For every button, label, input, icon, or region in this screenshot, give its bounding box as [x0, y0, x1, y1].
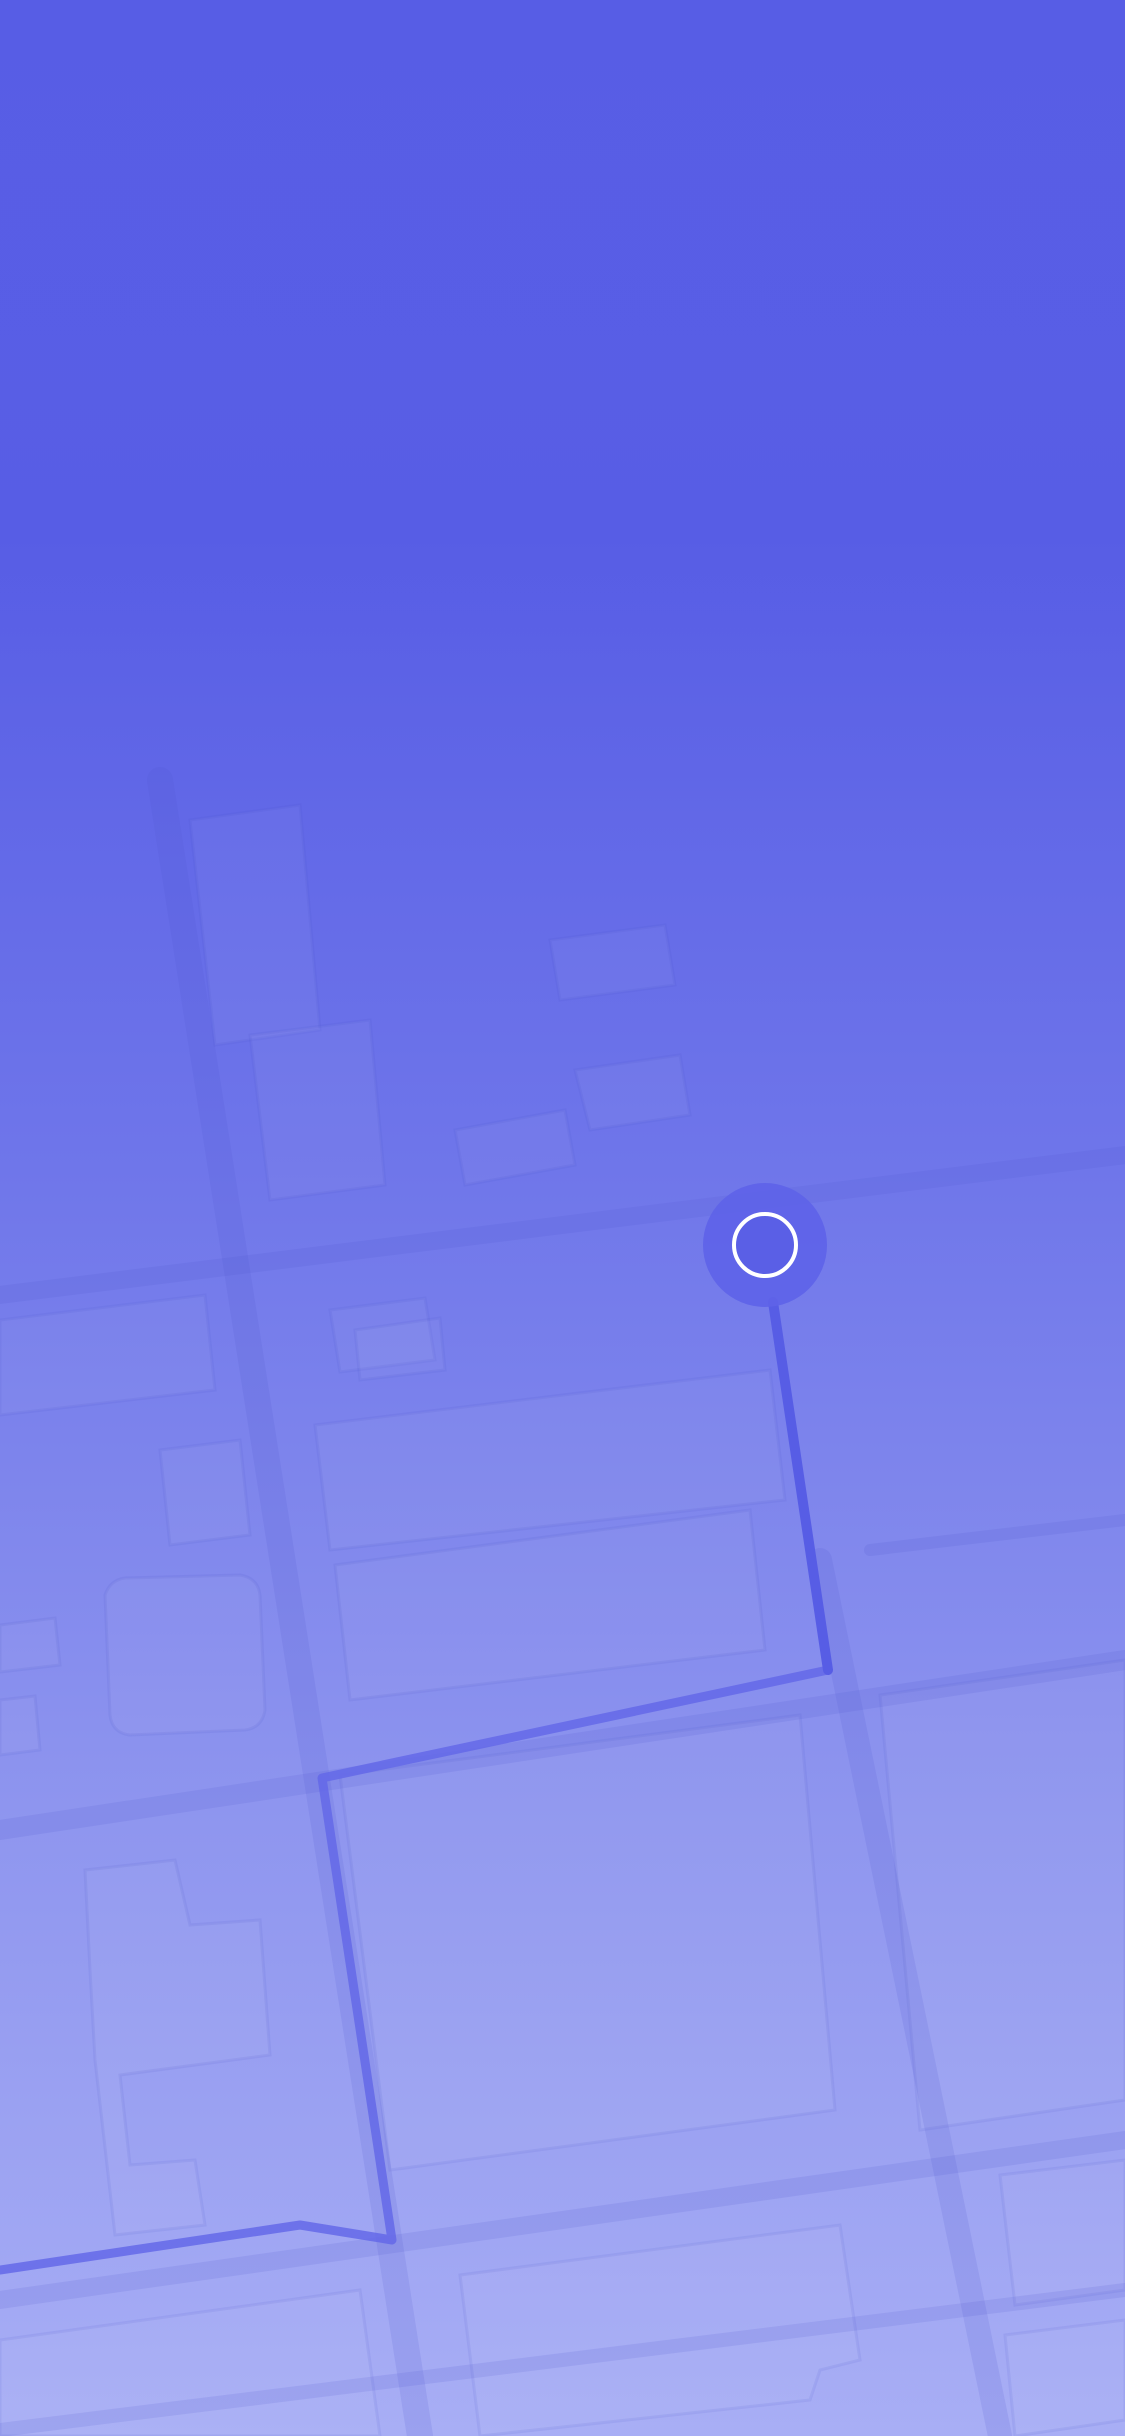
map-screen[interactable] [0, 0, 1125, 2436]
location-pin-icon[interactable] [703, 1183, 827, 1307]
location-dot [732, 1212, 798, 1278]
top-fade-overlay [0, 0, 1125, 2436]
map-canvas[interactable] [0, 0, 1125, 2436]
